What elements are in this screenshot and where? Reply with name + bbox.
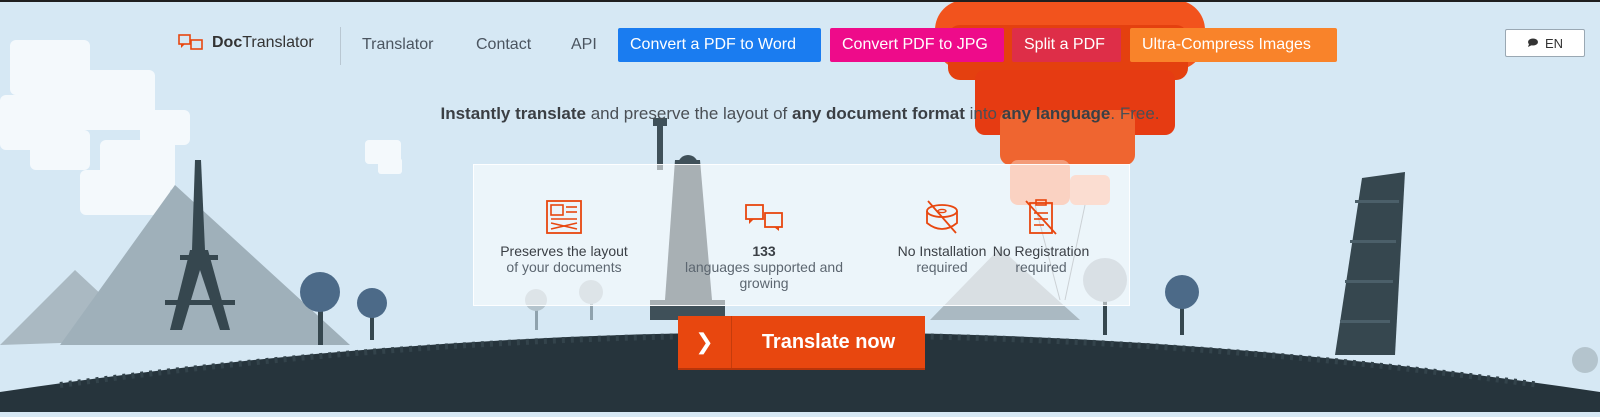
translate-now-button[interactable]: ❯ Translate now (678, 316, 925, 368)
language-label: EN (1544, 35, 1564, 51)
features-panel: Preserves the layout of your documents 1… (473, 164, 1130, 306)
nav-link-contact[interactable]: Contact (476, 36, 531, 54)
feature-no-registration: No Registration required (951, 197, 1131, 275)
ultra-compress-images-button[interactable]: Ultra-Compress Images (1130, 28, 1337, 62)
top-border (0, 0, 1600, 2)
layout-icon (546, 200, 582, 234)
chevron-right-icon: ❯ (678, 316, 732, 368)
feature-title: No Registration (992, 243, 1090, 259)
feature-languages: 133 languages supported and growing (664, 197, 864, 291)
language-selector[interactable]: EN (1505, 29, 1585, 57)
tagline: Instantly translate and preserve the lay… (440, 104, 1160, 123)
feature-subtitle: required (1015, 259, 1067, 275)
feature-title: Preserves the layout (500, 243, 628, 259)
speech-bubble-icon (1527, 38, 1538, 47)
doctranslator-logo[interactable]: DocTranslator (178, 34, 314, 52)
translate-now-label: Translate now (761, 330, 896, 353)
nav-link-api[interactable]: API (571, 36, 597, 54)
languages-icon (745, 204, 783, 231)
feature-subtitle: of your documents (506, 259, 622, 275)
feature-title: 133 (752, 243, 776, 259)
nav-link-translator[interactable]: Translator (362, 36, 433, 54)
no-registration-icon (1025, 199, 1057, 235)
feature-preserves-layout: Preserves the layout of your documents (474, 197, 654, 275)
brand-name: DocTranslator (212, 34, 314, 51)
split-pdf-button[interactable]: Split a PDF (1012, 28, 1121, 62)
feature-subtitle: languages supported and growing (684, 259, 844, 291)
convert-pdf-to-jpg-button[interactable]: Convert PDF to JPG (830, 28, 1004, 62)
nav-divider (340, 27, 341, 65)
convert-pdf-to-word-button[interactable]: Convert a PDF to Word (618, 28, 821, 62)
speech-bubbles-logo-icon (178, 34, 203, 50)
